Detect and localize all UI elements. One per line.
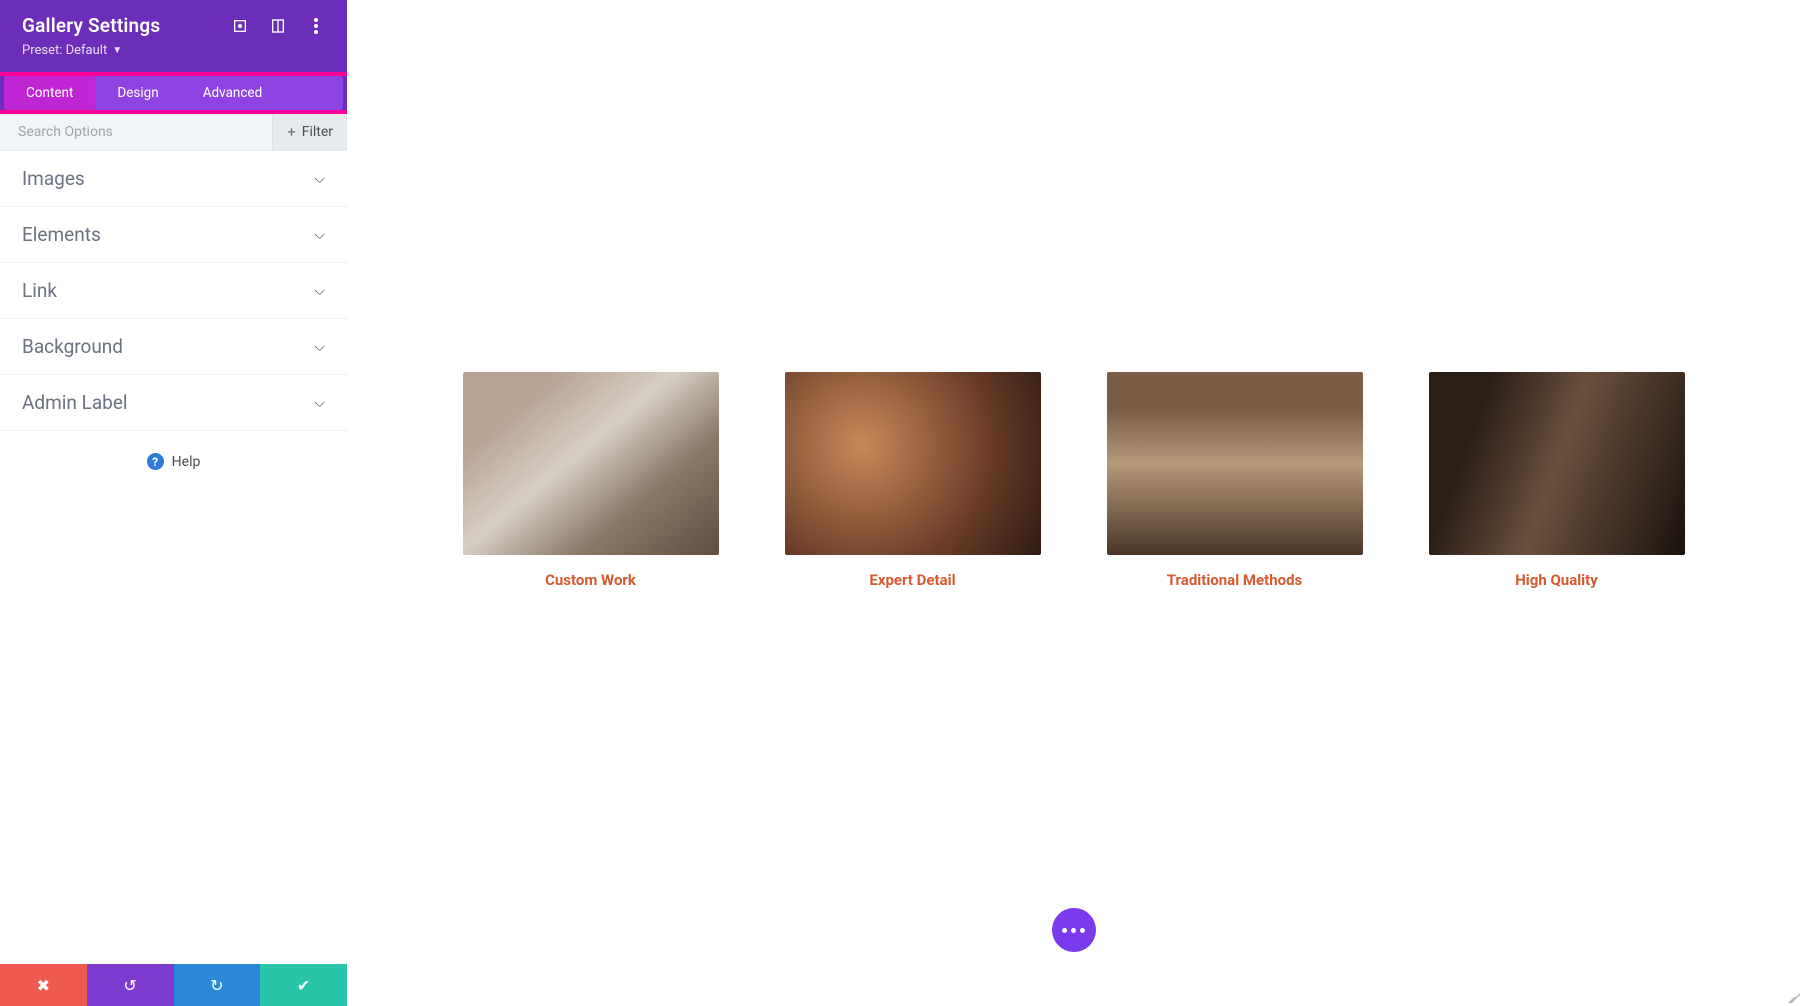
check-icon: ✔ [297,976,310,995]
chevron-down-icon: ⌵ [314,227,325,243]
settings-sidebar: Gallery Settings Preset: Default ▼ Conte… [0,0,347,1006]
resize-handle-icon[interactable] [1784,990,1798,1004]
settings-tabs: Content Design Advanced [4,76,343,110]
tab-advanced[interactable]: Advanced [181,76,285,110]
gallery-caption: Traditional Methods [1167,571,1302,589]
help-link[interactable]: ? Help [0,431,347,492]
close-icon: ✖ [37,976,50,995]
dot-icon [1080,928,1085,933]
save-button[interactable]: ✔ [260,964,347,1006]
preset-dropdown[interactable]: Preset: Default ▼ [22,43,325,58]
plus-icon: + [287,123,296,141]
section-label: Link [22,279,57,302]
search-filter-row: + Filter [0,114,347,151]
undo-button[interactable]: ↺ [87,964,174,1006]
options-accordion: Images ⌵ Elements ⌵ Link ⌵ Background ⌵ … [0,151,347,964]
responsive-icon[interactable] [269,17,287,35]
section-label: Background [22,335,123,358]
gallery-image[interactable] [463,372,719,555]
gallery-item[interactable]: Custom Work [463,372,719,589]
preset-label: Preset: Default [22,43,107,58]
tab-content[interactable]: Content [4,76,95,110]
gallery-caption: High Quality [1515,571,1598,589]
page-canvas[interactable]: Custom Work Expert Detail Traditional Me… [347,0,1800,1006]
gallery-item[interactable]: Expert Detail [785,372,1041,589]
dot-icon [1062,928,1067,933]
section-label: Images [22,167,85,190]
dot-icon [1071,928,1076,933]
section-background[interactable]: Background ⌵ [0,319,347,375]
search-input[interactable] [0,114,272,150]
gallery-image[interactable] [785,372,1041,555]
gallery-image[interactable] [1107,372,1363,555]
caret-down-icon: ▼ [112,45,122,56]
header-icon-group [231,17,325,35]
redo-icon: ↻ [210,976,223,995]
sidebar-header: Gallery Settings Preset: Default ▼ [0,0,347,72]
section-elements[interactable]: Elements ⌵ [0,207,347,263]
gallery-caption: Custom Work [545,571,636,589]
gallery-image[interactable] [1429,372,1685,555]
filter-button[interactable]: + Filter [272,114,347,150]
help-icon: ? [147,453,164,470]
floating-actions-button[interactable] [1052,908,1096,952]
section-label: Elements [22,223,101,246]
header-top-row: Gallery Settings [22,14,325,37]
section-images[interactable]: Images ⌵ [0,151,347,207]
chevron-down-icon: ⌵ [314,395,325,411]
gallery-caption: Expert Detail [869,571,955,589]
section-label: Admin Label [22,391,128,414]
sidebar-footer: ✖ ↺ ↻ ✔ [0,964,347,1006]
redo-button[interactable]: ↻ [174,964,261,1006]
gallery-item[interactable]: Traditional Methods [1107,372,1363,589]
tab-design[interactable]: Design [95,76,180,110]
expand-icon[interactable] [231,17,249,35]
panel-title: Gallery Settings [22,14,160,37]
chevron-down-icon: ⌵ [314,283,325,299]
kebab-menu-icon[interactable] [307,17,325,35]
undo-icon: ↺ [123,976,136,995]
section-link[interactable]: Link ⌵ [0,263,347,319]
filter-label: Filter [302,124,333,140]
help-label: Help [172,454,201,470]
gallery-module[interactable]: Custom Work Expert Detail Traditional Me… [413,372,1734,589]
chevron-down-icon: ⌵ [314,171,325,187]
cancel-button[interactable]: ✖ [0,964,87,1006]
chevron-down-icon: ⌵ [314,339,325,355]
tabs-highlight-wrapper: Content Design Advanced [0,72,347,114]
gallery-item[interactable]: High Quality [1429,372,1685,589]
section-admin-label[interactable]: Admin Label ⌵ [0,375,347,431]
